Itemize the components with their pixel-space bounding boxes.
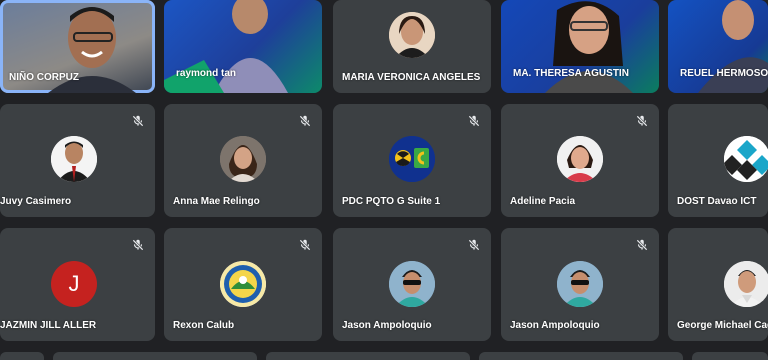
participant-tile-adeline-pacia[interactable]: Adeline Pacia	[501, 104, 659, 217]
participant-tile-george-michael-cag[interactable]: George Michael Cag	[668, 228, 768, 341]
participant-name: Adeline Pacia	[510, 196, 576, 207]
participant-tile-rexon-calub[interactable]: Rexon Calub	[164, 228, 322, 341]
participant-tile-ma-theresa-agustin[interactable]: MA. THERESA AGUSTIN	[501, 0, 659, 93]
mic-off-icon	[132, 115, 144, 127]
participant-name: George Michael Cag	[677, 320, 768, 331]
participant-tile-partial	[53, 352, 257, 360]
avatar	[51, 136, 97, 182]
avatar	[557, 136, 603, 182]
participant-name: MARIA VERONICA ANGELES	[342, 72, 481, 83]
participant-video	[545, 1, 633, 93]
participant-tile-partial	[0, 352, 44, 360]
avatar	[389, 12, 435, 58]
avatar	[724, 136, 768, 182]
participant-name: PDC PQTO G Suite 1	[342, 196, 441, 207]
participant-tile-juvy-casimero[interactable]: Juvy Casimero	[0, 104, 155, 217]
participant-tile-anna-mae-relingo[interactable]: Anna Mae Relingo	[164, 104, 322, 217]
participant-video	[698, 0, 768, 93]
avatar	[724, 261, 768, 307]
participant-tile-partial	[692, 352, 768, 360]
participant-tile-reuel-hermoso[interactable]: REUEL HERMOSO	[668, 0, 768, 93]
participant-tile-dost-davao-ict[interactable]: DOST Davao ICT	[668, 104, 768, 217]
avatar	[389, 136, 435, 182]
participant-name: Juvy Casimero	[0, 196, 72, 207]
participant-tile-partial	[479, 352, 683, 360]
participant-name: MA. THERESA AGUSTIN	[513, 68, 629, 79]
mic-off-icon	[132, 239, 144, 251]
participant-name: REUEL HERMOSO	[680, 68, 768, 79]
avatar	[389, 261, 435, 307]
participant-video	[164, 0, 288, 93]
participant-name: NIÑO CORPUZ	[9, 72, 79, 83]
participant-tile-raymond-tan[interactable]: raymond tan	[164, 0, 322, 93]
participant-name: DOST Davao ICT	[677, 196, 757, 207]
avatar	[557, 261, 603, 307]
participant-name: JAZMIN JILL ALLER	[0, 320, 97, 331]
participant-tile-jason-ampoloquio-1[interactable]: Jason Ampoloquio	[333, 228, 491, 341]
avatar	[220, 136, 266, 182]
participant-tile-nino-corpuz[interactable]: NIÑO CORPUZ	[0, 0, 155, 93]
participant-name: Jason Ampoloquio	[510, 320, 600, 331]
mic-off-icon	[468, 239, 480, 251]
participant-name: raymond tan	[176, 68, 237, 79]
mic-off-icon	[299, 115, 311, 127]
mic-off-icon	[636, 115, 648, 127]
participant-tile-pdc-pqto-g-suite-1[interactable]: PDC PQTO G Suite 1	[333, 104, 491, 217]
participant-tile-partial	[266, 352, 470, 360]
participant-name: Jason Ampoloquio	[342, 320, 432, 331]
participant-name: Anna Mae Relingo	[173, 196, 260, 207]
mic-off-icon	[468, 115, 480, 127]
participant-tile-jazmin-jill-aller[interactable]: J JAZMIN JILL ALLER	[0, 228, 155, 341]
participant-name: Rexon Calub	[173, 320, 235, 331]
mic-off-icon	[636, 239, 648, 251]
participant-tile-jason-ampoloquio-2[interactable]: Jason Ampoloquio	[501, 228, 659, 341]
avatar: J	[51, 261, 97, 307]
participant-tile-maria-veronica-angeles[interactable]: MARIA VERONICA ANGELES	[333, 0, 491, 93]
avatar	[220, 261, 266, 307]
mic-off-icon	[299, 239, 311, 251]
